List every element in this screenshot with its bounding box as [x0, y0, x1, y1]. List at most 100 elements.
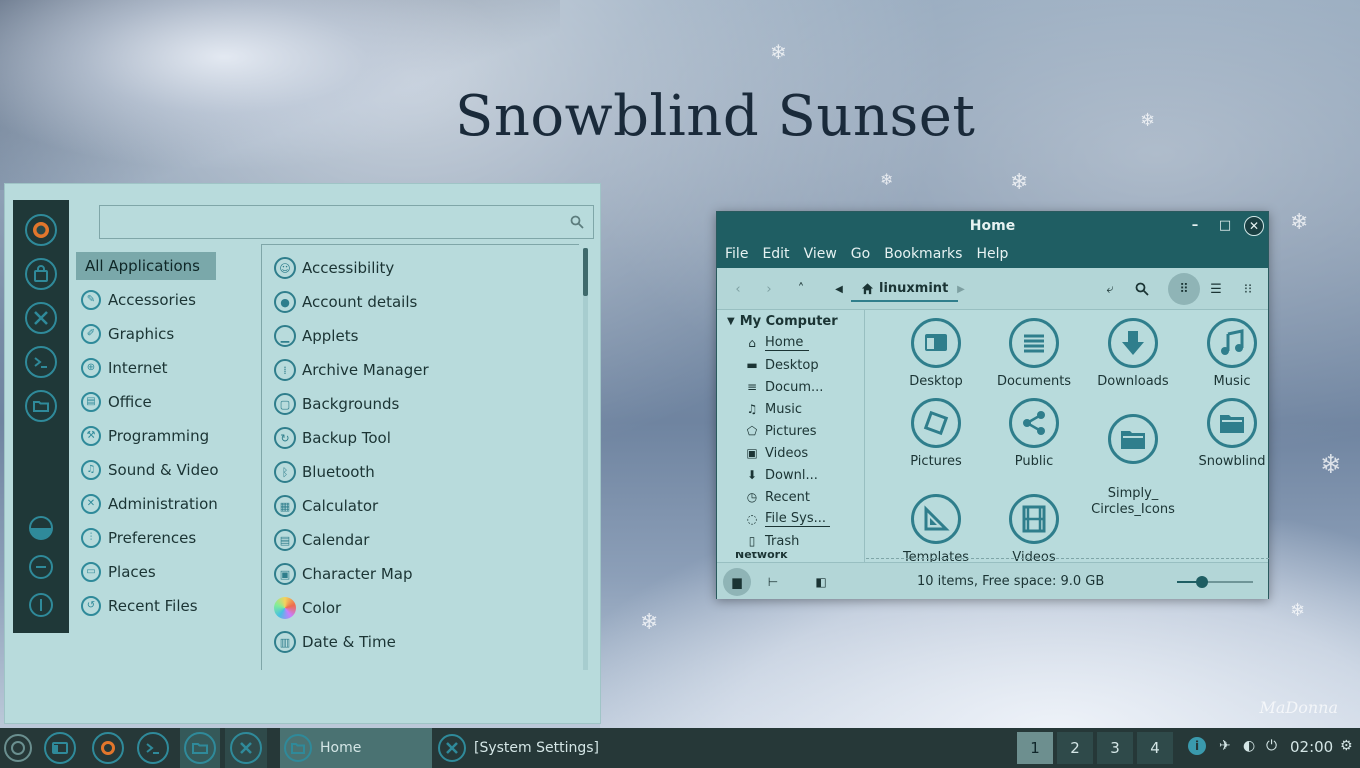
menu-search-field[interactable] [99, 205, 594, 239]
logout-icon[interactable] [29, 555, 53, 579]
settings-icon[interactable]: ⚙ [1340, 738, 1353, 754]
sidebar-item-trash[interactable]: ▯ Trash [717, 530, 864, 552]
file-item-templates[interactable]: Templates [888, 494, 984, 562]
system-settings-icon[interactable] [25, 302, 57, 334]
app-calculator[interactable]: ▦ Calculator [262, 489, 579, 523]
window-titlebar[interactable]: Home – □ ✕ [717, 212, 1268, 240]
sidebar-item-filesystem[interactable]: ◌ File Sys... [717, 508, 864, 530]
sidebar-heading[interactable]: ▼ My Computer [717, 310, 864, 332]
forward-icon[interactable]: › [758, 278, 780, 300]
firefox-icon[interactable] [25, 214, 57, 246]
up-icon[interactable]: ˄ [790, 278, 812, 300]
shutdown-icon[interactable] [29, 593, 53, 617]
toggle-location-icon[interactable]: ⤶ [1099, 278, 1121, 300]
back-icon[interactable]: ‹ [727, 278, 749, 300]
menu-edit[interactable]: Edit [762, 246, 789, 262]
system-settings-icon[interactable] [230, 732, 262, 764]
maximize-icon[interactable]: □ [1215, 216, 1235, 236]
sidebar-item-music[interactable]: ♫ Music [717, 398, 864, 420]
app-calendar[interactable]: ▤ Calendar [262, 523, 579, 557]
apps-scrollbar[interactable] [583, 248, 588, 670]
show-places-icon[interactable]: ▆ [723, 568, 751, 596]
app-accessibility[interactable]: ☺ Accessibility [262, 251, 579, 285]
software-manager-icon[interactable] [25, 258, 57, 290]
path-button-home[interactable]: linuxmint [851, 276, 959, 302]
file-item-public[interactable]: Public [986, 398, 1082, 470]
category-graphics[interactable]: ✐ Graphics [76, 317, 256, 351]
app-backup-tool[interactable]: ↻ Backup Tool [262, 421, 579, 455]
workspace-1[interactable]: 1 [1017, 732, 1053, 764]
app-archive-manager[interactable]: ⁞ Archive Manager [262, 353, 579, 387]
search-icon[interactable] [1131, 278, 1153, 300]
hide-sidebar-icon[interactable]: ◧ [807, 568, 835, 596]
scrollbar-thumb[interactable] [583, 248, 588, 296]
file-item-downloads[interactable]: Downloads [1085, 318, 1181, 390]
sidebar-item-videos[interactable]: ▣ Videos [717, 442, 864, 464]
sidebar-item-home[interactable]: ⌂ Home [717, 332, 864, 354]
app-applets[interactable]: ▁ Applets [262, 319, 579, 353]
sidebar-item-recent[interactable]: ◷ Recent [717, 486, 864, 508]
app-color[interactable]: Color [262, 591, 579, 625]
category-accessories[interactable]: ✎ Accessories [76, 283, 256, 317]
category-places[interactable]: ▭ Places [76, 555, 256, 589]
menu-icon[interactable] [4, 734, 32, 762]
info-icon[interactable]: i [1188, 737, 1206, 755]
compact-view-icon[interactable]: ⁝⁝ [1237, 278, 1259, 300]
path-right-arrow-icon[interactable]: ▶ [950, 278, 972, 300]
category-all-applications[interactable]: All Applications [76, 252, 216, 280]
files-icon[interactable] [44, 732, 76, 764]
file-item-pictures[interactable]: Pictures [888, 398, 984, 470]
clock[interactable]: 02:00 [1290, 738, 1333, 756]
menu-help[interactable]: Help [976, 246, 1008, 262]
search-input[interactable] [100, 206, 593, 238]
file-item-simply-circles-icons[interactable]: Simply_ Circles_Icons [1085, 398, 1181, 534]
files-icon[interactable] [25, 390, 57, 422]
terminal-icon[interactable] [137, 732, 169, 764]
menu-go[interactable]: Go [851, 246, 870, 262]
category-office[interactable]: ▤ Office [76, 385, 256, 419]
sidebar-item-pictures[interactable]: ⬠ Pictures [717, 420, 864, 442]
workspace-4[interactable]: 4 [1137, 732, 1173, 764]
menu-bookmarks[interactable]: Bookmarks [884, 246, 962, 262]
sidebar-item-downloads[interactable]: ⬇ Downl... [717, 464, 864, 486]
zoom-slider-handle[interactable] [1196, 576, 1209, 588]
app-character-map[interactable]: ▣ Character Map [262, 557, 579, 591]
category-programming[interactable]: ⚒ Programming [76, 419, 256, 453]
menu-view[interactable]: View [804, 246, 837, 262]
app-date-time[interactable]: ▥ Date & Time [262, 625, 579, 659]
power-icon[interactable]: ⏻ [1266, 738, 1277, 754]
icon-view-icon[interactable]: ⠿ [1168, 273, 1200, 305]
category-internet[interactable]: ⊕ Internet [76, 351, 256, 385]
sidebar-item-desktop[interactable]: ▬ Desktop [717, 354, 864, 376]
category-sound-video[interactable]: ♫ Sound & Video [76, 453, 256, 487]
lock-screen-icon[interactable] [29, 516, 53, 540]
firefox-icon[interactable] [92, 732, 124, 764]
files-icon[interactable] [184, 732, 216, 764]
minimize-icon[interactable]: – [1185, 216, 1205, 236]
file-item-videos[interactable]: Videos [986, 494, 1082, 562]
file-item-desktop[interactable]: Desktop [888, 318, 984, 390]
zoom-slider[interactable] [1177, 576, 1253, 588]
sidebar-heading-network[interactable]: Network [717, 552, 864, 562]
close-icon[interactable]: ✕ [1244, 216, 1264, 236]
network-icon[interactable]: ✈ [1219, 738, 1231, 754]
app-account-details[interactable]: ● Account details [262, 285, 579, 319]
sidebar-item-documents[interactable]: ≡ Docum... [717, 376, 864, 398]
category-preferences[interactable]: ⫶ Preferences [76, 521, 256, 555]
workspace-3[interactable]: 3 [1097, 732, 1133, 764]
file-item-documents[interactable]: Documents [986, 318, 1082, 390]
category-administration[interactable]: ✕ Administration [76, 487, 256, 521]
app-bluetooth[interactable]: ᛒ Bluetooth [262, 455, 579, 489]
app-backgrounds[interactable]: ▢ Backgrounds [262, 387, 579, 421]
file-item-music[interactable]: Music [1184, 318, 1269, 390]
show-tree-icon[interactable]: ⊢ [759, 568, 787, 596]
file-item-snowblind[interactable]: Snowblind [1184, 398, 1269, 470]
volume-icon[interactable]: ◐ [1243, 738, 1255, 754]
task-home-window[interactable]: Home [280, 728, 432, 768]
terminal-icon[interactable] [25, 346, 57, 378]
category-recent-files[interactable]: ↺ Recent Files [76, 589, 256, 623]
task-system-settings-window[interactable]: [System Settings] [434, 728, 634, 768]
menu-file[interactable]: File [725, 246, 748, 262]
workspace-2[interactable]: 2 [1057, 732, 1093, 764]
list-view-icon[interactable]: ☰ [1205, 278, 1227, 300]
